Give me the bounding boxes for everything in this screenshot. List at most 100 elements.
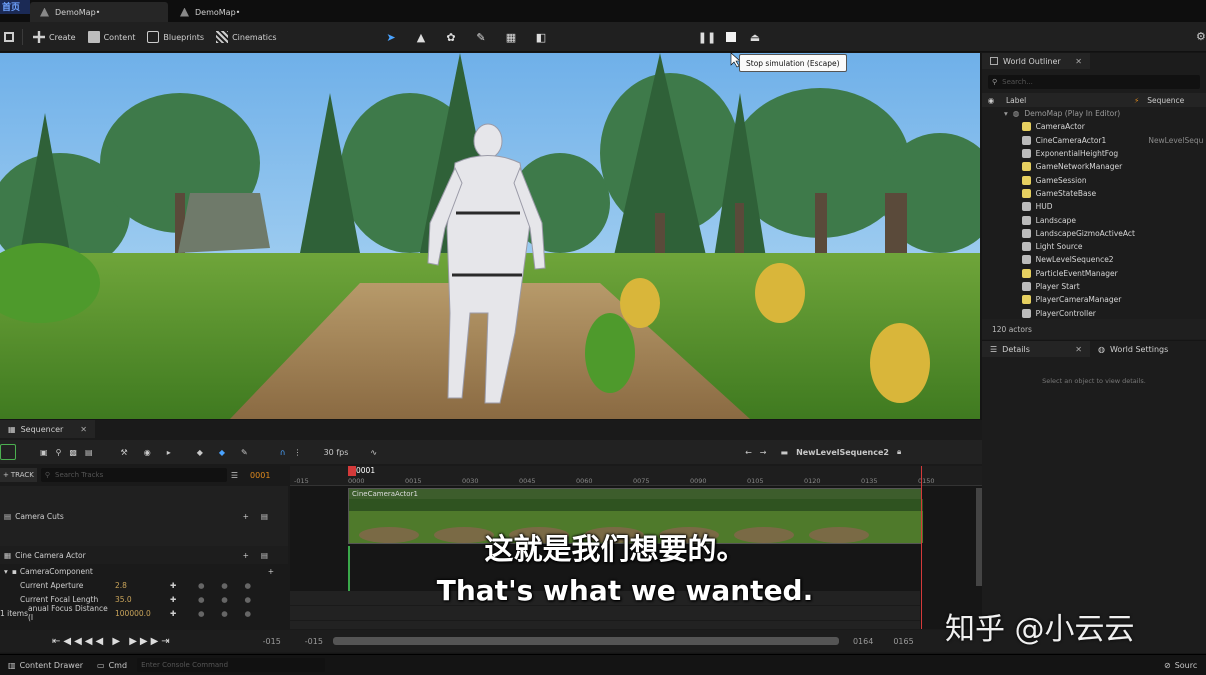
render-movie-icon[interactable]: ▩: [69, 448, 77, 457]
sequence-name[interactable]: NewLevelSequence2: [796, 448, 889, 457]
actions-icon[interactable]: ⚒: [121, 448, 128, 457]
save-button[interactable]: [0, 26, 18, 48]
fracture-mode-icon[interactable]: ▦: [504, 30, 518, 44]
range-end-field[interactable]: 0165: [893, 637, 913, 646]
camera-icon[interactable]: ▤: [85, 448, 93, 457]
focus-value[interactable]: 100000.0: [115, 609, 170, 618]
col-label[interactable]: Label: [1006, 96, 1126, 105]
add-track-button[interactable]: + TRACK: [0, 468, 37, 482]
outliner-item[interactable]: PlayerCameraManager: [982, 293, 1206, 306]
actor-icon: [1022, 215, 1031, 225]
outliner-item[interactable]: ParticleEventManager: [982, 267, 1206, 280]
level-icon: [180, 7, 189, 17]
level-viewport[interactable]: [0, 53, 980, 419]
select-mode-icon[interactable]: ➤: [384, 30, 398, 44]
tab-world-outliner[interactable]: World Outliner ✕: [982, 53, 1090, 69]
settings-icon[interactable]: ⚙: [1196, 30, 1206, 43]
find-icon[interactable]: ⚲: [56, 448, 62, 457]
create-label: Create: [49, 32, 76, 42]
outliner-item-label: HUD: [1035, 202, 1053, 212]
keyframe-icon[interactable]: ◆: [197, 448, 203, 457]
root-label: DemoMap (Play In Editor): [1024, 109, 1121, 119]
fps-selector[interactable]: 30 fps: [324, 448, 349, 457]
world-settings-title: World Settings: [1109, 344, 1169, 354]
paint-mode-icon[interactable]: ✎: [474, 30, 488, 44]
close-icon[interactable]: ✕: [80, 425, 87, 434]
tab-details[interactable]: ☰ Details ✕: [982, 341, 1090, 357]
more-icon[interactable]: ⋮: [294, 448, 302, 457]
outliner-item[interactable]: GameStateBase: [982, 187, 1206, 200]
cinematics-button[interactable]: Cinematics: [210, 26, 282, 48]
current-frame-field[interactable]: 0001: [250, 471, 270, 480]
back-arrow-icon[interactable]: ←: [745, 448, 752, 457]
forward-arrow-icon[interactable]: →: [760, 448, 767, 457]
curve-editor-icon[interactable]: ∿: [370, 448, 377, 457]
filter-icon[interactable]: ☰: [231, 471, 238, 480]
outliner-item[interactable]: Light Source: [982, 240, 1206, 253]
add-key-icon[interactable]: ✚: [170, 609, 198, 618]
actor-icon: [1022, 202, 1031, 212]
visibility-icon[interactable]: ◉: [982, 96, 1000, 105]
foliage-mode-icon[interactable]: ✿: [444, 30, 458, 44]
outliner-item[interactable]: ExponentialHeightFog: [982, 147, 1206, 160]
drawer-icon: ▥: [8, 660, 16, 670]
view-end-field[interactable]: 0164: [853, 637, 873, 646]
content-drawer-button[interactable]: ▥ Content Drawer: [0, 655, 91, 675]
tab-demomap-1[interactable]: DemoMap•: [30, 2, 168, 22]
add-icon[interactable]: +: [243, 512, 249, 521]
modeling-mode-icon[interactable]: ◧: [534, 30, 548, 44]
close-icon[interactable]: ✕: [1075, 57, 1082, 66]
outliner-item[interactable]: LandscapeGizmoActiveAct: [982, 227, 1206, 240]
track-manual-focus-distance[interactable]: 1 items anual Focus Distance (I 100000.0…: [0, 604, 288, 622]
key-dots[interactable]: ● ● ●: [198, 609, 251, 618]
landscape-mode-icon[interactable]: ▲: [414, 30, 428, 44]
track-search-input[interactable]: ⚲ Search Tracks: [40, 468, 227, 482]
play-options-icon[interactable]: ▸: [167, 448, 171, 457]
view-start-field[interactable]: -015: [305, 637, 323, 646]
tab-sequencer[interactable]: ▦ Sequencer ✕: [0, 420, 95, 438]
horizontal-scrollbar[interactable]: [332, 637, 839, 645]
outliner-item[interactable]: Player Start: [982, 280, 1206, 293]
actor-icon: [1022, 149, 1031, 159]
range-start-field[interactable]: -015: [263, 637, 281, 646]
outliner-item[interactable]: CameraActor: [982, 120, 1206, 133]
outliner-item[interactable]: GameNetworkManager: [982, 160, 1206, 173]
create-button[interactable]: Create: [27, 26, 82, 48]
blueprints-button[interactable]: Blueprints: [141, 26, 210, 48]
console-input[interactable]: Enter Console Command: [137, 658, 326, 672]
playhead-handle[interactable]: [348, 466, 356, 476]
level-icon: [40, 7, 49, 17]
transport-bar: ⇤◀◀◀◀ ▶ ▶▶▶⇥ -015 -015 0164 0165: [0, 630, 982, 652]
stop-icon[interactable]: [726, 32, 736, 42]
items-count: 1 items: [0, 608, 29, 618]
outliner-item-label: GameSession: [1035, 175, 1087, 185]
options-icon[interactable]: ▤: [261, 512, 268, 521]
eject-icon[interactable]: ⏏: [748, 30, 762, 44]
close-icon[interactable]: ✕: [1075, 345, 1082, 354]
transport-controls[interactable]: ⇤◀◀◀◀ ▶ ▶▶▶⇥: [52, 636, 173, 647]
tab-world-settings[interactable]: ◍ World Settings: [1090, 341, 1196, 357]
key-interp-icon[interactable]: ◆: [219, 448, 225, 457]
outliner-item[interactable]: HUD: [982, 200, 1206, 213]
outliner-item[interactable]: GameSession: [982, 173, 1206, 186]
outliner-search-input[interactable]: ⚲ Search...: [988, 75, 1200, 89]
outliner-item[interactable]: CineCameraActor1 NewLevelSequ: [982, 134, 1206, 147]
outliner-item[interactable]: PlayerController: [982, 306, 1206, 319]
save-icon[interactable]: ▣: [40, 448, 48, 457]
cmd-button[interactable]: ▭ Cmd: [91, 655, 133, 675]
edit-icon[interactable]: ✎: [241, 448, 248, 457]
snap-icon[interactable]: ∩: [280, 448, 286, 457]
view-icon[interactable]: ◉: [144, 448, 151, 457]
content-button[interactable]: Content: [82, 26, 142, 48]
outliner-item[interactable]: NewLevelSequence2: [982, 253, 1206, 266]
tab-demomap-2[interactable]: DemoMap•: [170, 2, 266, 22]
pause-icon[interactable]: ❚❚: [698, 30, 716, 44]
lock-icon[interactable]: 🔒︎: [897, 447, 901, 457]
outliner-item[interactable]: Landscape: [982, 213, 1206, 226]
time-ruler[interactable]: -015 0000 0015 0030 0045 0060 0075 0090 0105 0120…: [290, 466, 982, 486]
outliner-root[interactable]: ▾ ◍ DemoMap (Play In Editor): [982, 107, 1206, 120]
col-sequence[interactable]: Sequence: [1147, 96, 1184, 105]
world-context-icon[interactable]: [0, 444, 16, 460]
source-control-button[interactable]: ⊘ Sourc: [1164, 655, 1197, 675]
outliner-item-label: CineCameraActor1: [1035, 135, 1107, 145]
